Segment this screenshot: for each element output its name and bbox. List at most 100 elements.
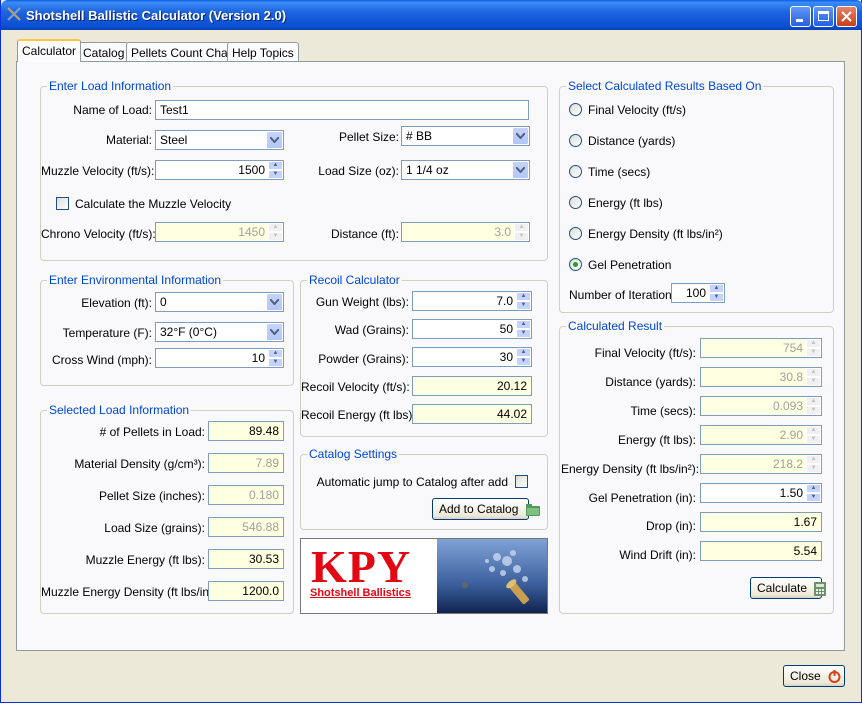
- load-name-label: Name of Load:: [73, 103, 152, 117]
- muzzle-energy-density-output: 1200.0: [208, 581, 284, 601]
- load-size-value: 1 1/4 oz: [406, 163, 449, 177]
- energy-density-input[interactable]: 218.2 ▲ ▼: [700, 454, 822, 474]
- minimize-icon: [796, 19, 803, 22]
- pellet-size-label: Pellet Size:: [338, 130, 399, 144]
- load-size-select[interactable]: 1 1/4 oz: [401, 160, 530, 180]
- chrono-velocity-input[interactable]: 1450 ▲ ▼: [155, 222, 284, 242]
- spinner-icon[interactable]: ▲ ▼: [806, 455, 821, 473]
- time-input[interactable]: 0.093 ▲ ▼: [700, 396, 822, 416]
- auto-jump-label: Automatic jump to Catalog after add: [316, 475, 508, 489]
- close-icon: [841, 11, 852, 22]
- spinner-icon[interactable]: ▲ ▼: [709, 284, 724, 302]
- tab-catalog[interactable]: Catalog: [78, 42, 130, 62]
- wad-value: 50: [499, 322, 513, 336]
- wad-input[interactable]: 50 ▲ ▼: [412, 319, 532, 339]
- iterations-value: 100: [685, 286, 706, 300]
- catalog-settings-legend: Catalog Settings: [307, 447, 400, 461]
- maximize-button[interactable]: [813, 6, 834, 27]
- pellet-size-select[interactable]: # BB: [401, 126, 530, 146]
- material-density-output: 7.89: [208, 453, 284, 473]
- auto-jump-checkbox[interactable]: [515, 475, 528, 488]
- chevron-down-icon[interactable]: [512, 127, 529, 145]
- add-to-catalog-button[interactable]: Add to Catalog: [432, 498, 540, 520]
- chevron-down-icon[interactable]: [266, 131, 283, 149]
- radio-time[interactable]: [569, 165, 582, 178]
- spinner-icon[interactable]: ▲ ▼: [806, 426, 821, 444]
- window-close-button[interactable]: [836, 6, 857, 27]
- radio-distance-label: Distance (yards): [588, 134, 676, 148]
- temperature-select[interactable]: 32°F (0°C): [155, 322, 284, 342]
- material-select[interactable]: Steel: [155, 130, 284, 150]
- add-to-catalog-label: Add to Catalog: [439, 502, 519, 516]
- spinner-icon[interactable]: ▲ ▼: [268, 161, 283, 179]
- distance-ft-value: 3.0: [494, 225, 511, 239]
- drop-output: 1.67: [700, 512, 822, 532]
- gun-weight-input[interactable]: 7.0 ▲ ▼: [412, 291, 532, 311]
- radio-energy[interactable]: [569, 196, 582, 209]
- powder-input[interactable]: 30 ▲ ▼: [412, 347, 532, 367]
- app-icon: [7, 7, 21, 21]
- energy-density-label: Energy Density (ft lbs/in²):: [561, 462, 700, 476]
- pellet-size-value: # BB: [406, 129, 433, 143]
- spinner-icon[interactable]: ▲ ▼: [514, 223, 529, 241]
- chevron-down-icon[interactable]: [512, 161, 529, 179]
- window-title: Shotshell Ballistic Calculator (Version …: [26, 8, 287, 23]
- distance-yards-input[interactable]: 30.8 ▲ ▼: [700, 367, 822, 387]
- spinner-icon[interactable]: ▲ ▼: [806, 339, 821, 357]
- energy-input[interactable]: 2.90 ▲ ▼: [700, 425, 822, 445]
- calc-muzzle-checkbox[interactable]: [56, 197, 69, 210]
- distance-yards-value: 30.8: [779, 370, 803, 384]
- radio-final-velocity-label: Final Velocity (ft/s): [588, 103, 687, 117]
- close-button[interactable]: Close: [783, 665, 845, 687]
- radio-gel-penetration[interactable]: [569, 258, 582, 271]
- distance-ft-label: Distance (ft):: [330, 227, 399, 241]
- tab-pellets-count-chart[interactable]: Pellets Count Chart: [126, 42, 241, 62]
- muzzle-velocity-input[interactable]: 1500 ▲ ▼: [155, 160, 284, 180]
- tab-calculator[interactable]: Calculator: [17, 39, 82, 62]
- radio-energy-label: Energy (ft lbs): [588, 196, 663, 210]
- distance-ft-input[interactable]: 3.0 ▲ ▼: [401, 222, 530, 242]
- radio-time-label: Time (secs): [588, 165, 651, 179]
- radio-final-velocity[interactable]: [569, 103, 582, 116]
- title-bar[interactable]: Shotshell Ballistic Calculator (Version …: [1, 0, 862, 30]
- final-velocity-input[interactable]: 754 ▲ ▼: [700, 338, 822, 358]
- time-value: 0.093: [772, 399, 803, 413]
- material-density-label: Material Density (g/cm³):: [74, 457, 205, 471]
- crosswind-input[interactable]: 10 ▲ ▼: [155, 348, 284, 368]
- spinner-icon[interactable]: ▲ ▼: [516, 348, 531, 366]
- calculate-button[interactable]: Calculate: [750, 577, 827, 599]
- spinner-icon[interactable]: ▲ ▼: [516, 320, 531, 338]
- calculator-icon: [814, 581, 827, 596]
- radio-energy-density[interactable]: [569, 227, 582, 240]
- load-name-input[interactable]: Test1: [155, 100, 529, 120]
- calculated-result-legend: Calculated Result: [566, 319, 665, 333]
- gel-penetration-input[interactable]: 1.50 ▲ ▼: [700, 483, 822, 503]
- time-label: Time (secs):: [630, 404, 696, 418]
- spinner-icon[interactable]: ▲ ▼: [516, 292, 531, 310]
- spinner-icon[interactable]: ▲ ▼: [268, 349, 283, 367]
- final-velocity-value: 754: [782, 341, 803, 355]
- radio-gel-penetration-label: Gel Penetration: [588, 258, 672, 272]
- temperature-label: Temperature (F):: [62, 326, 152, 340]
- radio-distance[interactable]: [569, 134, 582, 147]
- tab-help-topics[interactable]: Help Topics: [227, 42, 299, 62]
- spinner-icon[interactable]: ▲ ▼: [806, 397, 821, 415]
- gun-weight-value: 7.0: [496, 294, 513, 308]
- chrono-velocity-value: 1450: [238, 225, 265, 239]
- chevron-down-icon[interactable]: [266, 293, 283, 311]
- load-size-label: Load Size (oz):: [318, 164, 399, 178]
- muzzle-energy-label: Muzzle Energy (ft lbs):: [85, 553, 205, 567]
- crosswind-label: Cross Wind (mph):: [51, 353, 152, 367]
- iterations-input[interactable]: 100 ▲ ▼: [671, 283, 725, 303]
- spinner-icon[interactable]: ▲ ▼: [806, 484, 821, 502]
- recoil-velocity-label: Recoil Velocity (ft/s):: [301, 380, 410, 394]
- calculate-label: Calculate: [757, 581, 808, 595]
- chevron-down-icon[interactable]: [266, 323, 283, 341]
- minimize-button[interactable]: [790, 6, 811, 27]
- elevation-select[interactable]: 0: [155, 292, 284, 312]
- catalog-folder-icon: [525, 503, 540, 516]
- select-results-legend: Select Calculated Results Based On: [566, 79, 764, 93]
- material-value: Steel: [160, 133, 188, 147]
- spinner-icon[interactable]: ▲ ▼: [806, 368, 821, 386]
- spinner-icon[interactable]: ▲ ▼: [268, 223, 283, 241]
